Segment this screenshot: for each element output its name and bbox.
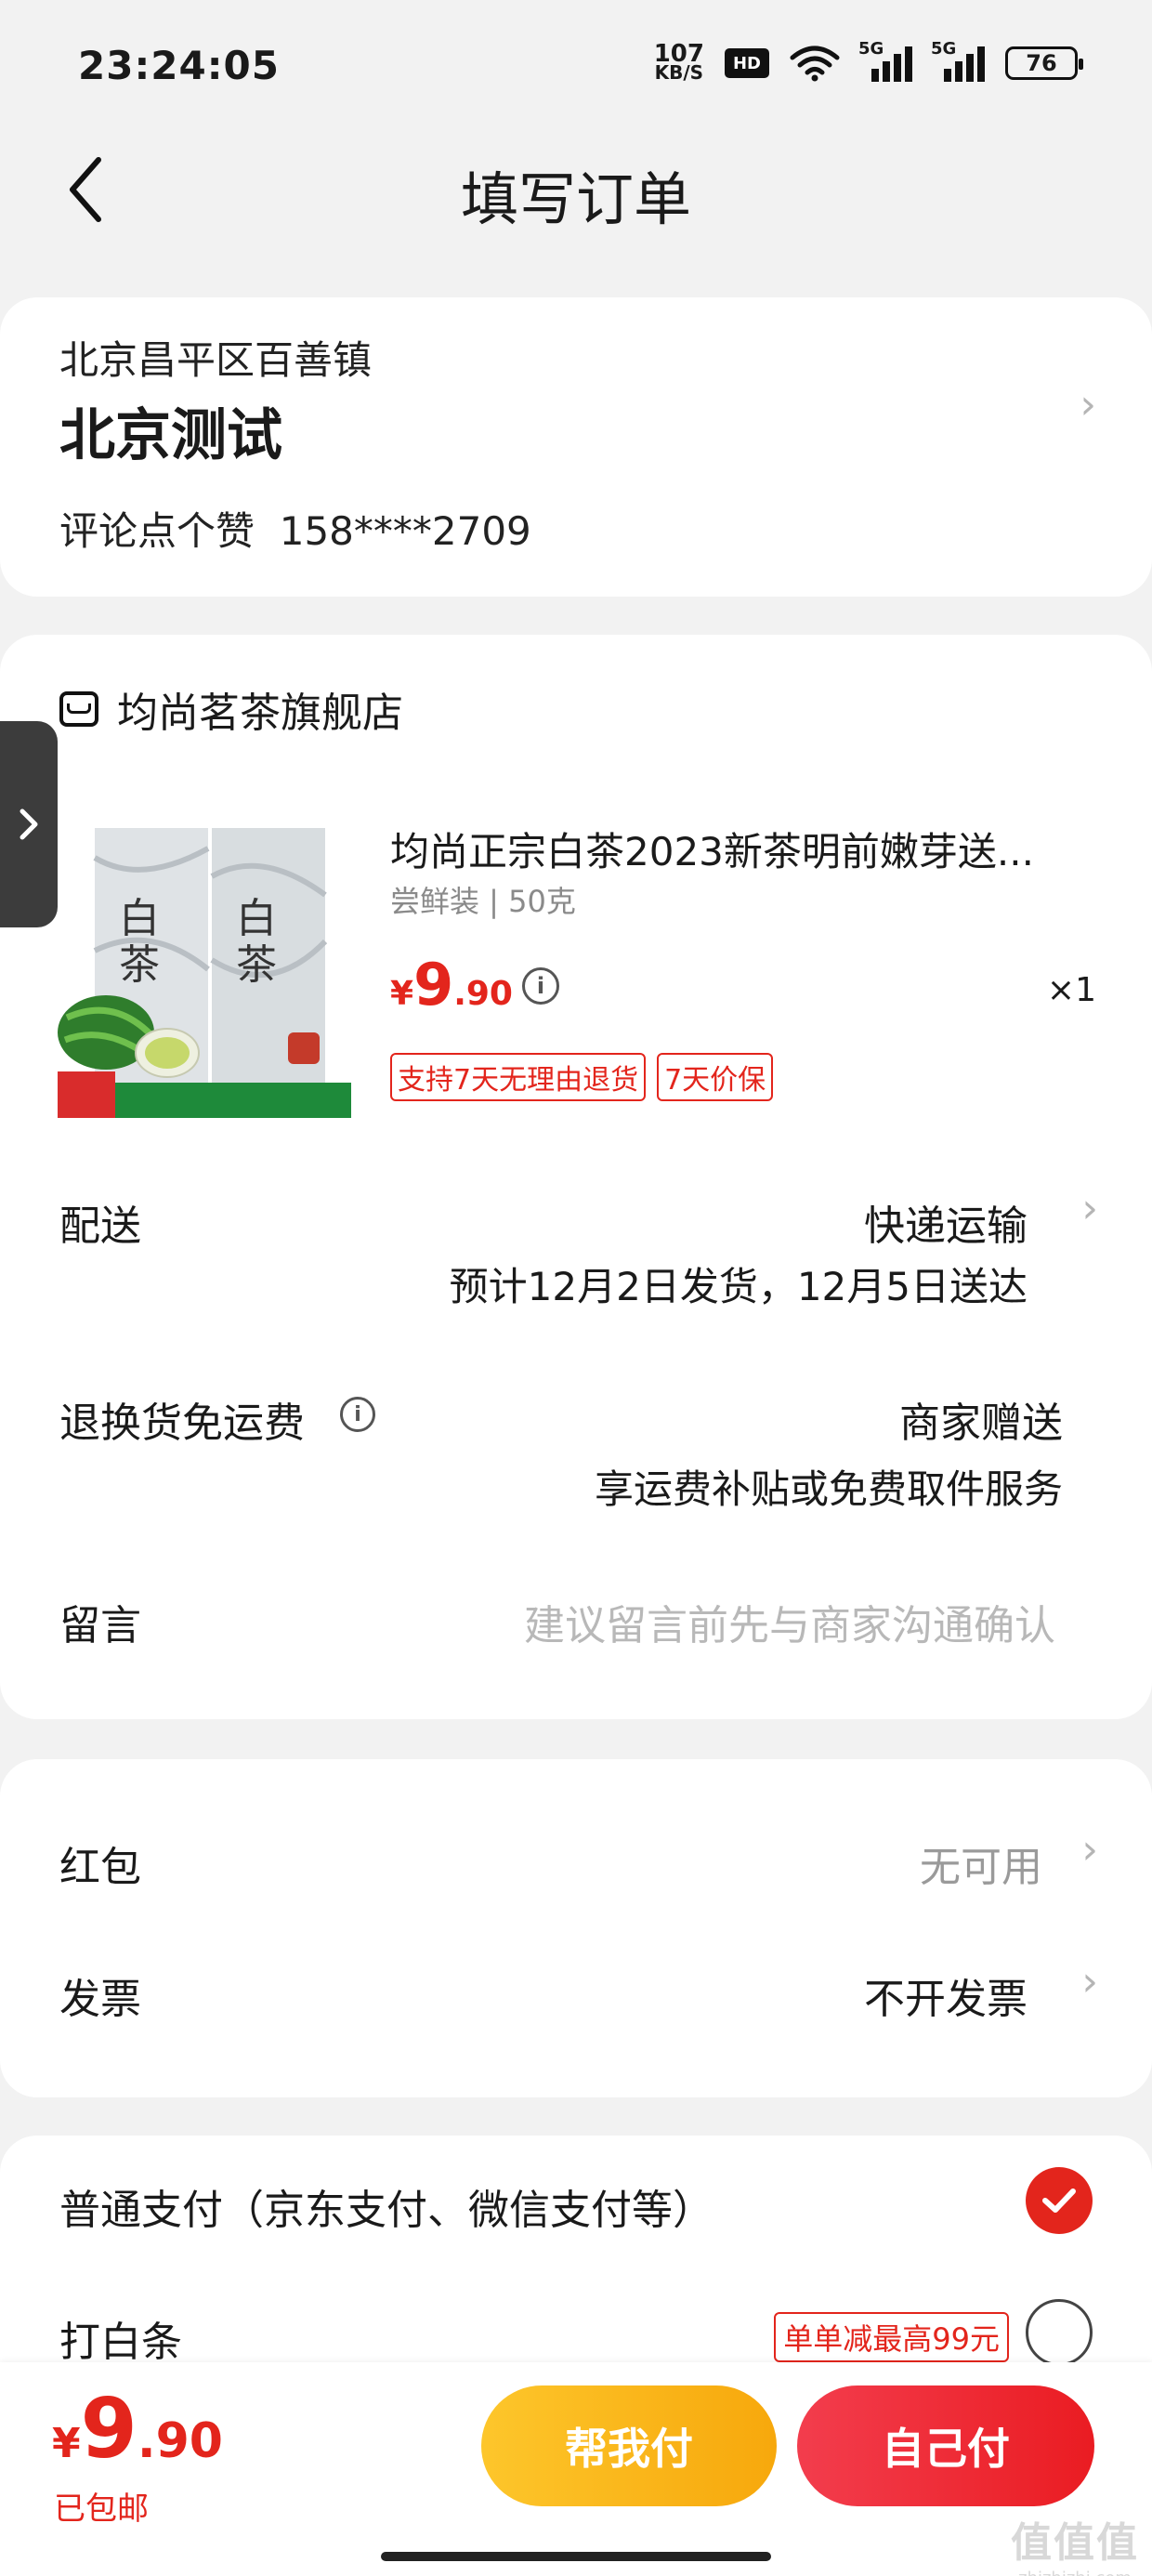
shipping-note: 已包邮 (54, 2491, 149, 2528)
chevron-right-icon: › (1081, 1826, 1098, 1873)
signal-1-label: 5G (858, 39, 884, 59)
signal-icon-1: 5G (858, 39, 912, 82)
delivery-estimate: 预计12月2日发货，12月5日送达 (449, 1264, 1028, 1309)
radio-unselected-icon[interactable] (1026, 2299, 1093, 2366)
product-tags: 支持7天无理由退货 7天价保 (390, 1053, 774, 1101)
shop-row[interactable]: 均尚茗茶旗舰店 (59, 679, 403, 739)
watermark: 值值值 zhizhizhi.com (1011, 2509, 1139, 2576)
tag-price-protect: 7天价保 (657, 1053, 774, 1101)
total-price-integer: 9 (80, 2381, 137, 2477)
tag-return: 支持7天无理由退货 (390, 1053, 647, 1101)
check-selected-icon[interactable] (1026, 2167, 1093, 2234)
status-time: 23:24:05 (78, 43, 280, 88)
bonus-card: 红包 无可用 › 发票 不开发票 › (0, 1759, 1152, 2097)
product-title[interactable]: 均尚正宗白茶2023新茶明前嫩芽送... (390, 821, 1096, 877)
message-input[interactable]: 建议留言前先与商家沟通确认 (524, 1592, 1055, 1651)
svg-text:白: 白 (236, 895, 277, 942)
watermark-url: zhizhizhi.com (1011, 2569, 1139, 2576)
status-icons: 107 KB/S HD 5G 5G 76 (653, 39, 1083, 84)
chevron-right-icon: › (1081, 1185, 1098, 1232)
store-icon (59, 691, 98, 727)
return-shipping-value: 商家赠送 (899, 1400, 1063, 1447)
return-info-icon[interactable]: i (340, 1397, 375, 1432)
signal-2-label: 5G (931, 39, 957, 59)
total-price-decimal: .90 (137, 2413, 223, 2469)
chevron-right-icon: › (1080, 381, 1096, 428)
side-expand-tab[interactable] (0, 721, 58, 927)
network-speed-unit: KB/S (654, 61, 704, 84)
wifi-icon (790, 46, 840, 82)
product-spec: 尝鲜装 | 50克 (390, 884, 576, 919)
address-card[interactable]: 北京昌平区百善镇 北京测试 评论点个赞 158****2709 › (0, 297, 1152, 597)
chevron-right-icon: › (1081, 1958, 1098, 2005)
baitiao-promo-tag: 单单减最高99元 (774, 2312, 1009, 2362)
delivery-label: 配送 (59, 1203, 141, 1250)
contact-name: 评论点个赞 (59, 508, 255, 554)
return-shipping-detail: 享运费补贴或免费取件服务 (594, 1466, 1063, 1512)
price-info-icon[interactable]: i (522, 967, 559, 1005)
bottom-checkout-bar: ¥9.90 已包邮 帮我付 自己付 (0, 2362, 1152, 2576)
contact-phone: 158****2709 (279, 508, 531, 554)
red-packet-value: 无可用 (920, 1844, 1042, 1891)
nav-bar: 填写订单 (0, 139, 1152, 242)
chevron-right-icon (20, 808, 38, 840)
status-bar: 23:24:05 107 KB/S HD 5G 5G 76 (0, 0, 1152, 139)
self-pay-button[interactable]: 自己付 (797, 2385, 1094, 2506)
return-shipping-label: 退换货免运费 (59, 1400, 305, 1447)
price-decimal: .90 (453, 975, 513, 1013)
page-title: 填写订单 (460, 165, 691, 233)
signal-icon-2: 5G (931, 39, 985, 82)
address-title: 北京测试 (59, 403, 282, 468)
svg-text:白: 白 (119, 895, 160, 942)
help-pay-button[interactable]: 帮我付 (481, 2385, 777, 2506)
network-speed: 107 KB/S (653, 40, 704, 84)
product-image[interactable]: 白 茶 白 茶 (58, 821, 351, 1118)
product-quantity: ×1 (1046, 971, 1096, 1009)
price-symbol: ¥ (390, 975, 414, 1013)
invoice-value: 不开发票 (864, 1976, 1028, 2023)
red-packet-label: 红包 (59, 1844, 141, 1891)
svg-text:茶: 茶 (119, 941, 160, 989)
total-price-symbol: ¥ (52, 2420, 81, 2467)
message-label: 留言 (59, 1602, 141, 1649)
order-card: 均尚茗茶旗舰店 白 茶 白 茶 均尚正宗白茶2023新茶明前嫩芽送... 尝鲜装… (0, 635, 1152, 1719)
total-price: ¥9.90 (52, 2381, 223, 2477)
address-contact: 评论点个赞 158****2709 (59, 500, 531, 557)
home-indicator[interactable] (381, 2552, 771, 2561)
network-speed-value: 107 (653, 40, 704, 68)
price-integer: 9 (413, 951, 454, 1019)
invoice-label: 发票 (59, 1976, 141, 2023)
product-price: ¥9.90 (390, 951, 513, 1019)
delivery-method: 快递运输 (864, 1203, 1028, 1250)
baitiao-label: 打白条 (59, 2319, 182, 2366)
address-region: 北京昌平区百善镇 (59, 337, 373, 383)
hd-icon: HD (725, 48, 769, 78)
svg-text:茶: 茶 (236, 941, 277, 989)
shop-name: 均尚茗茶旗舰店 (117, 690, 403, 737)
normal-pay-label: 普通支付（京东支付、微信支付等） (59, 2187, 713, 2234)
watermark-logo: 值值值 (1011, 2519, 1139, 2567)
battery-icon: 76 (1005, 46, 1083, 80)
